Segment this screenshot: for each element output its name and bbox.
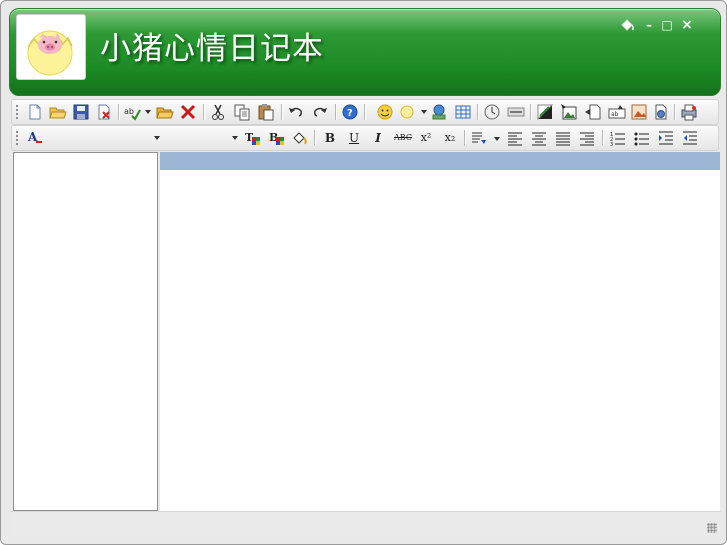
paint-bucket-icon bbox=[621, 19, 634, 31]
align-left-icon[interactable] bbox=[506, 129, 524, 147]
web-globe-icon[interactable] bbox=[430, 103, 448, 121]
insert-image-icon[interactable] bbox=[560, 103, 578, 121]
align-right-icon[interactable] bbox=[578, 129, 596, 147]
main-toolbar: ab ? ab bbox=[11, 99, 719, 125]
circle-icon[interactable] bbox=[398, 103, 416, 121]
editor-pane[interactable] bbox=[160, 152, 720, 511]
subscript-button[interactable]: x₂ bbox=[441, 129, 459, 147]
background-color-icon[interactable]: B bbox=[268, 129, 286, 147]
paragraph-icon[interactable] bbox=[470, 129, 488, 147]
table-icon[interactable] bbox=[454, 103, 472, 121]
delete-icon[interactable] bbox=[179, 103, 197, 121]
bold-button[interactable]: B bbox=[321, 129, 339, 147]
insert-object-icon[interactable]: ab bbox=[608, 103, 626, 121]
svg-text:3: 3 bbox=[610, 142, 613, 147]
spellcheck-icon[interactable]: ab bbox=[123, 103, 141, 121]
header-banner: 小猪心情日记本 – □ × bbox=[9, 8, 721, 96]
font-size-select[interactable] bbox=[164, 129, 240, 147]
minimize-button[interactable]: – bbox=[642, 17, 656, 33]
insert-media-icon[interactable] bbox=[652, 103, 670, 121]
resize-grip-icon[interactable] bbox=[707, 523, 717, 533]
open-folder-icon[interactable] bbox=[49, 103, 67, 121]
insert-picture-icon[interactable] bbox=[630, 103, 648, 121]
color-swatch-icon[interactable] bbox=[536, 103, 554, 121]
outdent-icon[interactable] bbox=[681, 129, 699, 147]
paste-icon[interactable] bbox=[257, 103, 275, 121]
horizontal-rule-icon[interactable] bbox=[507, 103, 525, 121]
maximize-button[interactable]: □ bbox=[660, 17, 674, 33]
paragraph-dropdown-icon[interactable] bbox=[494, 137, 500, 141]
app-title: 小猪心情日记本 bbox=[100, 31, 324, 67]
cut-icon[interactable] bbox=[209, 103, 227, 121]
spellcheck-dropdown-icon[interactable] bbox=[145, 110, 151, 114]
clock-icon[interactable] bbox=[483, 103, 501, 121]
redo-icon[interactable] bbox=[311, 103, 329, 121]
save-icon[interactable] bbox=[72, 103, 90, 121]
svg-text:ab: ab bbox=[611, 111, 619, 118]
insert-file-icon[interactable] bbox=[584, 103, 602, 121]
piglet-egg-icon bbox=[27, 30, 73, 76]
close-button[interactable]: × bbox=[680, 17, 694, 33]
app-window: 小猪心情日记本 – □ × ab ? ab A T B B U I ABC x²… bbox=[0, 0, 727, 545]
indent-icon[interactable] bbox=[657, 129, 675, 147]
emoticon-icon[interactable] bbox=[376, 103, 394, 121]
italic-button[interactable]: I bbox=[369, 129, 387, 147]
strikethrough-button[interactable]: ABC bbox=[392, 129, 414, 147]
bullet-list-icon[interactable] bbox=[633, 129, 651, 147]
print-icon[interactable] bbox=[680, 103, 698, 121]
chevron-down-icon bbox=[154, 136, 160, 140]
help-icon[interactable]: ? bbox=[341, 103, 359, 121]
numbered-list-icon[interactable]: 123 bbox=[609, 129, 627, 147]
svg-text:?: ? bbox=[347, 108, 353, 119]
toolbar-grip[interactable] bbox=[16, 105, 18, 119]
skin-button[interactable] bbox=[618, 17, 636, 33]
editor-header-bar bbox=[160, 152, 720, 170]
font-name-select[interactable]: A bbox=[24, 129, 160, 147]
align-justify-icon[interactable] bbox=[554, 129, 572, 147]
diary-list-pane[interactable] bbox=[13, 152, 158, 511]
app-logo bbox=[16, 14, 86, 80]
svg-text:ab: ab bbox=[124, 107, 134, 116]
highlight-icon[interactable] bbox=[291, 129, 309, 147]
toolbar-grip[interactable] bbox=[16, 131, 18, 145]
underline-button[interactable]: U bbox=[345, 129, 363, 147]
delete-document-icon[interactable] bbox=[95, 103, 113, 121]
shape-dropdown-icon[interactable] bbox=[421, 110, 427, 114]
text-format-icon[interactable]: T bbox=[244, 129, 262, 147]
undo-icon[interactable] bbox=[287, 103, 305, 121]
align-center-icon[interactable] bbox=[530, 129, 548, 147]
format-toolbar: A T B B U I ABC x² x₂ 1 2 3 bbox=[11, 125, 719, 151]
copy-icon[interactable] bbox=[233, 103, 251, 121]
open-file-icon[interactable] bbox=[156, 103, 174, 121]
chevron-down-icon bbox=[232, 136, 238, 140]
superscript-button[interactable]: x² bbox=[417, 129, 435, 147]
new-document-icon[interactable] bbox=[26, 103, 44, 121]
status-bar bbox=[10, 511, 721, 537]
